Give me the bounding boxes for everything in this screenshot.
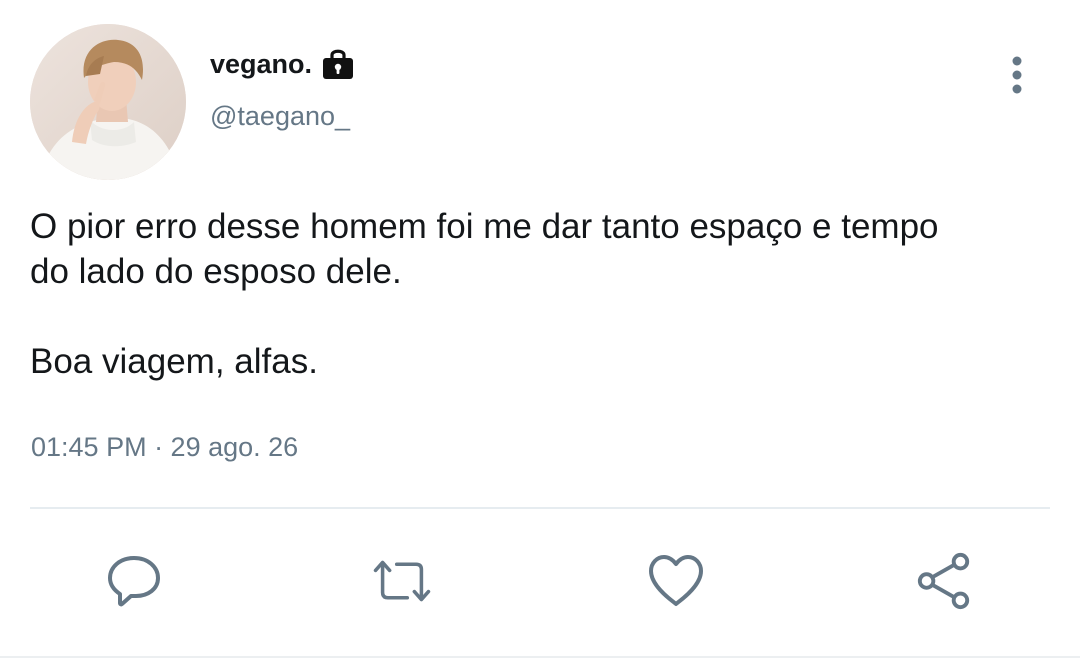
like-button[interactable] (646, 551, 706, 611)
reply-icon (108, 556, 160, 607)
share-icon (917, 552, 970, 610)
divider (30, 507, 1050, 509)
handle[interactable]: @taegano_ (210, 101, 350, 132)
display-name-text[interactable]: vegano. (210, 49, 312, 80)
bottom-divider (0, 656, 1080, 658)
heart-icon (649, 555, 703, 606)
timestamp[interactable]: 01:45 PM · 29 ago. 26 (31, 432, 298, 463)
avatar[interactable] (30, 24, 186, 180)
display-name[interactable]: vegano. (210, 46, 355, 82)
reply-button[interactable] (104, 551, 164, 611)
retweet-button[interactable] (372, 551, 432, 611)
lock-icon (321, 46, 355, 82)
share-button[interactable] (914, 551, 974, 611)
more-vertical-icon (1012, 56, 1022, 94)
tweet-text: O pior erro desse homem foi me dar tanto… (30, 207, 939, 381)
retweet-icon (373, 560, 431, 602)
more-options-button[interactable] (996, 52, 1038, 98)
